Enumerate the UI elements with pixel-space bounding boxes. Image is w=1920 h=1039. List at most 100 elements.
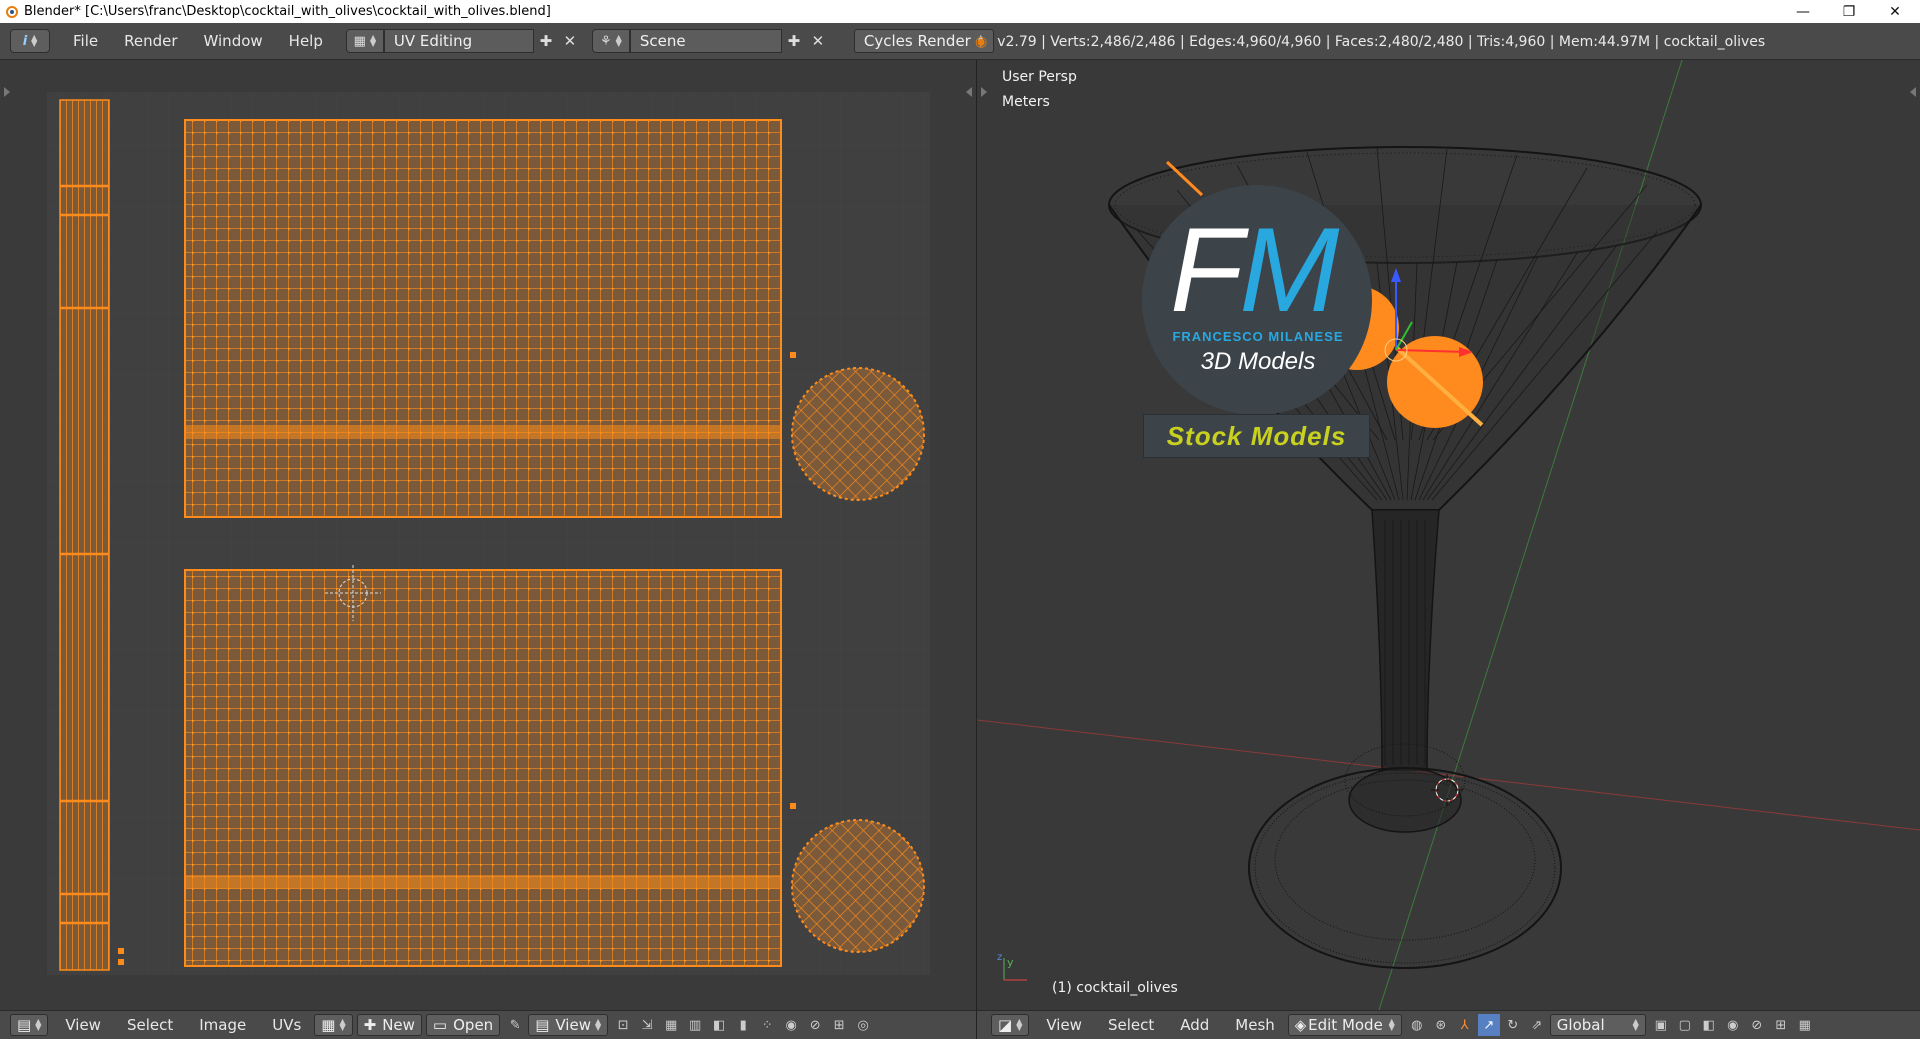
render-preview-icon[interactable]: ▦ (1794, 1014, 1816, 1036)
editor-type-uv-button[interactable]: ▤ ▲ ▼ (10, 1014, 49, 1036)
menu-window[interactable]: Window (191, 32, 276, 50)
uv-menu-image[interactable]: Image (186, 1016, 259, 1034)
proportional-edit-icon[interactable]: ◉ (780, 1014, 802, 1036)
face-select-icon[interactable]: ◧ (708, 1014, 730, 1036)
sync-selection-icon[interactable]: ⇲ (636, 1014, 658, 1036)
island-select-icon[interactable]: ▮ (732, 1014, 754, 1036)
channel-icon[interactable]: ◎ (852, 1014, 874, 1036)
vp-menu-view[interactable]: View (1033, 1016, 1095, 1034)
editor-type-3d-button[interactable]: ◪ ▲ ▼ (991, 1014, 1030, 1036)
open-image-label: Open (453, 1016, 494, 1034)
editor-type-info-button[interactable]: i ▲ ▼ (10, 29, 50, 53)
pin-icon[interactable]: ✎ (504, 1014, 526, 1036)
translate-manipulator-icon[interactable]: ↗ (1477, 1014, 1500, 1036)
screen-layout-browse-button[interactable]: ▦ ▲ ▼ (345, 29, 384, 53)
snap-icon[interactable]: ⊘ (804, 1014, 826, 1036)
menu-help[interactable]: Help (276, 32, 336, 50)
vp-menu-select[interactable]: Select (1095, 1016, 1167, 1034)
menu-file[interactable]: File (60, 32, 111, 50)
watermark-fm-letters: FM (1170, 210, 1339, 330)
uv-menu-select[interactable]: Select (114, 1016, 186, 1034)
blender-logo-icon: ◉ (975, 33, 988, 50)
scene-icon: ⚘ (599, 33, 612, 49)
menu-render[interactable]: Render (111, 32, 190, 50)
watermark-badge: Stock Models (1143, 414, 1370, 458)
sticky-mode-icon[interactable]: ⁘ (756, 1014, 778, 1036)
snap-element-icon[interactable]: ⊞ (828, 1014, 850, 1036)
snap-toggle-icon[interactable]: ⊘ (1746, 1014, 1768, 1036)
uv-image-editor[interactable] (0, 60, 976, 1010)
active-object-label: (1) cocktail_olives (1052, 980, 1178, 996)
image-editor-icon: ▤ (17, 1016, 32, 1034)
uv-island-disc-upper[interactable] (791, 367, 925, 501)
viewport-canvas[interactable]: y z (976, 59, 1920, 1011)
scale-manipulator-icon[interactable]: ⇗ (1526, 1014, 1548, 1036)
viewport-header: ◪ ▲ ▼ View Select Add Mesh ◈ Edit Mode ▲ ▼ ◍ … (977, 1010, 1920, 1039)
watermark-subtitle: 3D Models (1200, 348, 1316, 375)
svg-text:z: z (997, 952, 1002, 963)
view-axis-gizmo-icon: y z (997, 952, 1027, 981)
scene-field[interactable]: Scene (629, 29, 782, 53)
watermark-letter-m: M (1239, 203, 1339, 337)
remove-screen-icon[interactable]: ✕ (558, 29, 582, 53)
mode-select[interactable]: ◈ Edit Mode ▲ ▼ (1287, 1014, 1402, 1036)
layout-grid-icon: ▦ (353, 33, 366, 49)
scene-name: Scene (639, 32, 686, 50)
image-browse-button[interactable]: ▦ ▲ ▼ (314, 1014, 353, 1036)
manipulator-toggle-icon[interactable]: ⅄ (1454, 1014, 1476, 1036)
uv-canvas[interactable] (0, 60, 976, 1010)
snap-target-icon[interactable]: ⊞ (1770, 1014, 1792, 1036)
maximize-button[interactable]: ❐ (1826, 0, 1872, 23)
vp-menu-add[interactable]: Add (1167, 1016, 1222, 1034)
edge-select-icon[interactable]: ▥ (684, 1014, 706, 1036)
rotate-manipulator-icon[interactable]: ↻ (1502, 1014, 1524, 1036)
viewport-shading-icon[interactable]: ◍ (1406, 1014, 1428, 1036)
uv-island-strip[interactable] (59, 99, 110, 971)
render-engine-value: Cycles Render (863, 32, 971, 50)
view-name-label: User Persp (1002, 69, 1077, 85)
edit-mode-icon: ◈ (1294, 1016, 1307, 1034)
orientation-select[interactable]: Global ▲ ▼ (1549, 1014, 1646, 1036)
vertex-select-icon[interactable]: ▦ (660, 1014, 682, 1036)
scene-stats: ◉ v2.79 | Verts:2,486/2,486 | Edges:4,96… (975, 23, 1765, 60)
uv-menu-uvs[interactable]: UVs (259, 1016, 314, 1034)
blender-logo-icon (4, 5, 18, 19)
orientation-value: Global (1556, 1016, 1605, 1034)
pivot-icon[interactable]: ⊡ (612, 1014, 634, 1036)
info-icon: i (22, 33, 28, 49)
plus-icon: ✚ (363, 1016, 377, 1034)
info-header: i ▲ ▼ File Render Window Help ▦ ▲ ▼ UV Editi… (0, 23, 1920, 60)
cube-icon: ◪ (998, 1016, 1013, 1034)
mode-value: Edit Mode (1308, 1016, 1383, 1034)
add-scene-icon[interactable]: ✚ (782, 29, 806, 53)
remove-scene-icon[interactable]: ✕ (806, 29, 830, 53)
scene-browse-button[interactable]: ⚘ ▲ ▼ (591, 29, 630, 53)
screen-layout-field[interactable]: UV Editing (383, 29, 534, 53)
minimize-button[interactable]: — (1780, 0, 1826, 23)
stats-text: v2.79 | Verts:2,486/2,486 | Edges:4,960/… (997, 33, 1766, 50)
uv-island-disc-lower[interactable] (791, 819, 925, 953)
add-screen-icon[interactable]: ✚ (534, 29, 558, 53)
new-image-button[interactable]: ✚ New (356, 1014, 422, 1036)
watermark-letter-f: F (1170, 203, 1243, 337)
pivot-point-icon[interactable]: ⊛ (1430, 1014, 1452, 1036)
view-mode-icon: ▤ (535, 1016, 550, 1034)
proportional-editing-icon[interactable]: ◉ (1722, 1014, 1744, 1036)
screen-layout-name: UV Editing (393, 32, 473, 50)
close-window-button[interactable]: ✕ (1872, 0, 1918, 23)
edge-select-mode-icon[interactable]: ▢ (1674, 1014, 1696, 1036)
svg-text:y: y (1007, 956, 1014, 969)
open-image-button[interactable]: ▭ Open (425, 1014, 501, 1036)
folder-icon: ▭ (432, 1016, 448, 1034)
window-titlebar: Blender* [C:\Users\franc\Desktop\cocktai… (0, 0, 1920, 23)
face-select-mode-icon[interactable]: ◧ (1698, 1014, 1720, 1036)
vertex-select-mode-icon[interactable]: ▣ (1650, 1014, 1672, 1036)
uv-island-lower[interactable] (184, 569, 782, 967)
3d-viewport[interactable]: y z User Persp Meters (1) cocktail_olive… (976, 59, 1920, 1011)
view-mode-select[interactable]: ▤ View ▲ ▼ (528, 1014, 609, 1036)
uv-island-upper[interactable] (184, 119, 782, 518)
vp-menu-mesh[interactable]: Mesh (1222, 1016, 1288, 1034)
uv-menu-view[interactable]: View (52, 1016, 114, 1034)
window-title: Blender* [C:\Users\franc\Desktop\cocktai… (24, 4, 551, 19)
render-engine-select[interactable]: Cycles Render ▲ ▼ (853, 29, 994, 53)
